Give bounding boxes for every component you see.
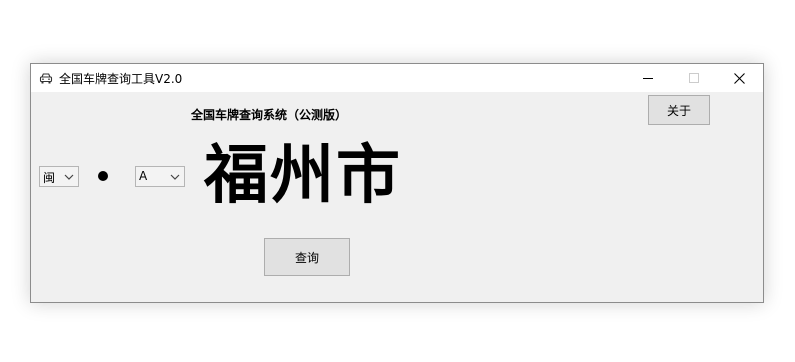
window-title: 全国车牌查询工具V2.0 xyxy=(59,72,183,86)
chevron-down-icon xyxy=(64,174,74,180)
maximize-icon xyxy=(688,73,699,83)
car-icon xyxy=(39,73,53,84)
maximize-button[interactable] xyxy=(671,64,716,92)
letter-select[interactable]: A xyxy=(135,166,185,187)
system-header: 全国车牌查询系统（公测版） xyxy=(191,108,348,122)
city-result: 福州市 xyxy=(204,139,402,213)
province-select-value: 闽 xyxy=(43,171,56,185)
query-button[interactable]: 查询 xyxy=(264,238,350,276)
about-button[interactable]: 关于 xyxy=(648,95,710,125)
close-icon xyxy=(734,72,745,84)
separator-dot xyxy=(98,171,108,181)
app-window: 全国车牌查询工具V2.0 全国车牌查询系统（公测版） 关于 闽 A 福州市 查询 xyxy=(30,63,764,303)
letter-select-value: A xyxy=(139,169,148,183)
province-select[interactable]: 闽 xyxy=(39,166,79,187)
chevron-down-icon xyxy=(170,174,180,180)
query-button-label: 查询 xyxy=(294,250,319,265)
minimize-icon xyxy=(642,78,653,79)
minimize-button[interactable] xyxy=(625,64,670,92)
title-bar[interactable]: 全国车牌查询工具V2.0 xyxy=(31,64,763,92)
close-button[interactable] xyxy=(717,64,762,92)
about-button-label: 关于 xyxy=(666,103,691,118)
